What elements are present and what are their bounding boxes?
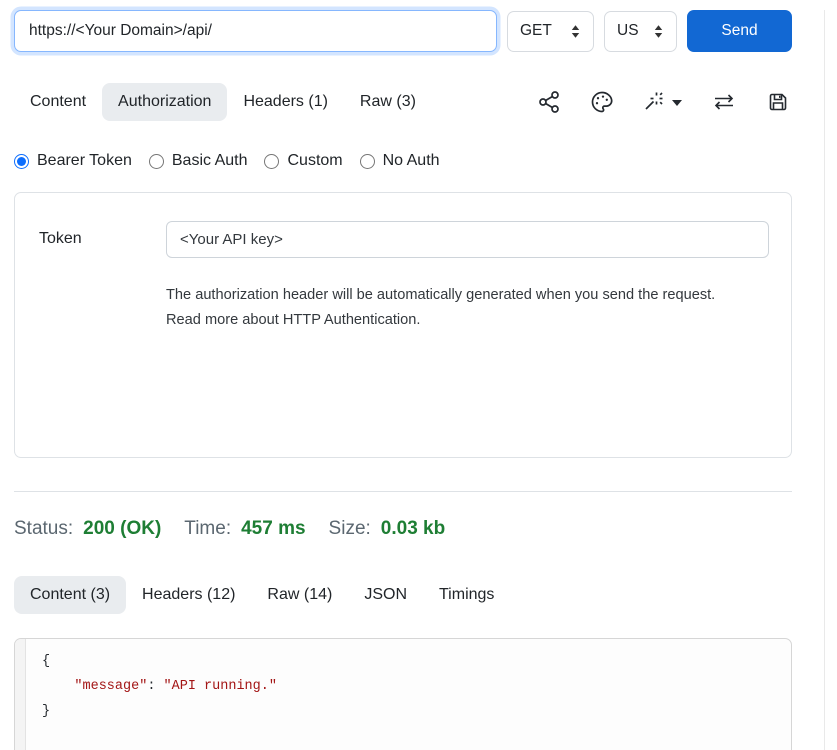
swap-arrows-icon[interactable] [711, 90, 737, 114]
tab-authorization[interactable]: Authorization [102, 83, 227, 121]
time-label: Time: [184, 518, 231, 540]
response-code: { "message": "API running."} [26, 639, 791, 750]
code-gutter [15, 639, 26, 750]
response-body-panel: { "message": "API running."} [14, 638, 792, 750]
auth-options: Bearer Token Basic Auth Custom No Auth [14, 152, 792, 170]
method-select[interactable]: GET [507, 11, 594, 52]
token-helper-text: The authorization header will be automat… [166, 283, 754, 333]
tab-headers[interactable]: Headers (1) [227, 83, 343, 121]
magic-wand-icon[interactable] [643, 90, 682, 114]
tab-response-raw[interactable]: Raw (14) [251, 576, 348, 614]
radio-custom[interactable] [264, 154, 279, 169]
page-column-divider [824, 10, 825, 750]
size-label: Size: [329, 518, 371, 540]
response-status-bar: Status: 200 (OK) Time: 457 ms Size: 0.03… [14, 518, 792, 540]
section-divider [14, 491, 792, 492]
api-client-panel: GET US Send Content Authorization Header… [14, 10, 792, 750]
request-bar: GET US Send [14, 10, 792, 52]
token-label: Token [39, 221, 166, 457]
auth-option-no-auth[interactable]: No Auth [360, 152, 440, 170]
auth-option-bearer-token[interactable]: Bearer Token [14, 152, 132, 170]
url-input[interactable] [14, 10, 497, 52]
status-value: 200 (OK) [83, 518, 161, 540]
updown-arrows-icon [653, 24, 664, 39]
auth-option-custom[interactable]: Custom [264, 152, 342, 170]
tab-response-json[interactable]: JSON [348, 576, 423, 614]
radio-bearer-token[interactable] [14, 154, 29, 169]
request-toolbar-icons [537, 90, 792, 114]
auth-option-basic-auth[interactable]: Basic Auth [149, 152, 248, 170]
region-select-value: US [617, 22, 639, 40]
size-value: 0.03 kb [381, 518, 445, 540]
chevron-down-icon [672, 100, 682, 106]
token-input[interactable] [166, 221, 769, 258]
share-icon[interactable] [537, 90, 561, 114]
time-value: 457 ms [241, 518, 305, 540]
tab-response-content[interactable]: Content (3) [14, 576, 126, 614]
save-icon[interactable] [766, 90, 790, 114]
token-panel: Token The authorization header will be a… [14, 192, 792, 458]
radio-no-auth[interactable] [360, 154, 375, 169]
tab-response-timings[interactable]: Timings [423, 576, 510, 614]
region-select[interactable]: US [604, 11, 677, 52]
radio-basic-auth[interactable] [149, 154, 164, 169]
tab-content[interactable]: Content [14, 83, 102, 121]
request-tabs: Content Authorization Headers (1) Raw (3… [14, 83, 792, 121]
palette-icon[interactable] [590, 90, 614, 114]
tab-response-headers[interactable]: Headers (12) [126, 576, 251, 614]
response-tabs: Content (3) Headers (12) Raw (14) JSON T… [14, 576, 792, 614]
status-label: Status: [14, 518, 73, 540]
method-select-value: GET [520, 22, 552, 40]
tab-raw[interactable]: Raw (3) [344, 83, 432, 121]
send-button[interactable]: Send [687, 10, 792, 52]
updown-arrows-icon [570, 24, 581, 39]
